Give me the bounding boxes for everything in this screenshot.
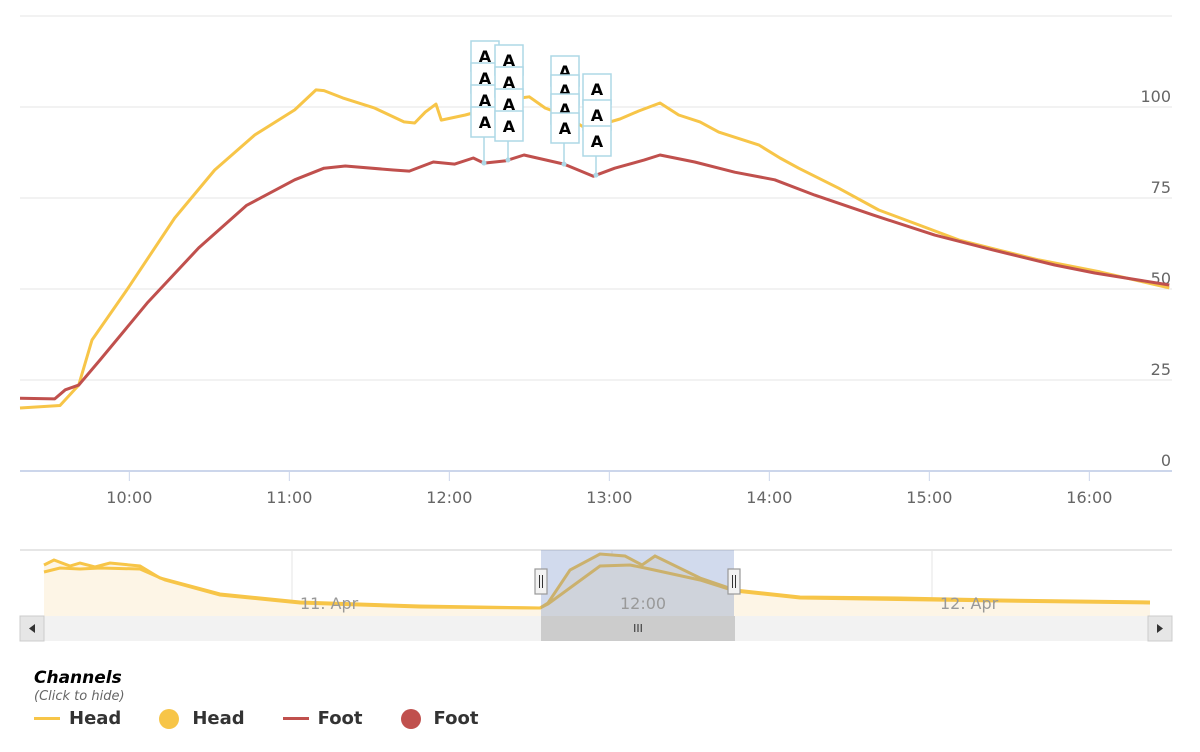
x-axis: 10:00 11:00 12:00 13:00 14:00 15:00 16:00 [20,470,1172,507]
navigator-time-label: 12:00 [620,594,666,613]
circle-symbol-icon [400,708,421,729]
legend-item-head-dot[interactable]: Head [159,708,245,729]
flag-anchor-point [593,172,599,178]
legend-subtitle: (Click to hide) [34,689,125,704]
x-tick-label: 12:00 [426,488,472,507]
flag-label: A [503,117,516,136]
flag-anchor-point [481,160,487,166]
x-tick-label: 15:00 [906,488,952,507]
scrollbar-grip-icon: III [633,622,643,635]
y-tick-label: 0 [1161,451,1171,470]
legend-items: Head Head Foot Foot [34,708,516,729]
x-tick-label: 10:00 [106,488,152,507]
flag-anchor-point [561,161,567,167]
series-line-foot[interactable] [19,153,1170,401]
line-symbol-icon [282,717,309,720]
y-tick-label: 75 [1151,178,1171,197]
legend-item-label: Head [69,708,122,729]
navigator-left-handle[interactable] [534,568,548,595]
legend-item-head-line[interactable]: Head [34,708,121,729]
flag-label: A [479,113,492,132]
flag-anchor-point [505,157,511,163]
y-axis-labels: 0255075100 [1140,87,1171,470]
flag-annotations: AAAAAAAAAAAAAAA [470,40,612,178]
y-tick-label: 25 [1151,360,1171,379]
stock-chart: 0255075100 10:00 11:00 12:00 13:00 14:00 15:0… [19,15,1173,642]
navigator[interactable]: 11. Apr 12:00 12. Apr [20,549,1172,616]
flag-label: A [559,119,572,138]
legend-item-label: Head [192,708,245,729]
handle-body[interactable] [534,568,548,595]
legend-item-label: Foot [433,708,479,729]
navigator-time-label: 11. Apr [300,594,359,613]
legend-item-foot-dot[interactable]: Foot [400,708,479,729]
x-tick-label: 14:00 [746,488,792,507]
x-tick-label: 11:00 [266,488,312,507]
flag-label: A [591,132,604,151]
line-symbol-icon [34,717,60,720]
legend-item-label: Foot [317,708,363,729]
legend-item-foot-line[interactable]: Foot [282,708,363,729]
legend-title: Channels [34,668,122,688]
scrollbar[interactable]: III [19,615,1173,642]
x-tick-label: 16:00 [1066,488,1112,507]
y-tick-label: 100 [1140,87,1171,106]
circle-symbol-icon [159,708,180,729]
legend: Channels (Click to hide) Head Head Foot … [34,668,516,729]
x-tick-label: 13:00 [586,488,632,507]
navigator-time-label: 12. Apr [940,594,999,613]
handle-body[interactable] [727,568,741,595]
navigator-right-handle[interactable] [727,568,741,595]
flag-label: A [591,80,604,99]
flag-label: A [591,106,604,125]
